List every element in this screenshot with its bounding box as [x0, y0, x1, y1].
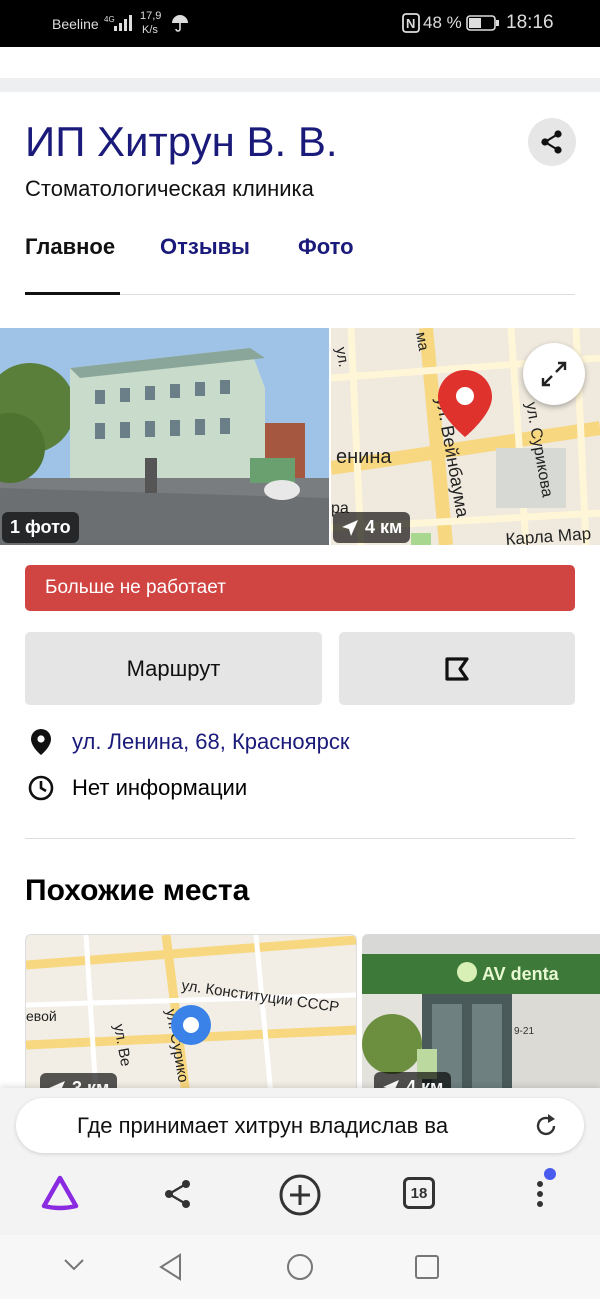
- tab-main[interactable]: Главное: [25, 234, 115, 260]
- alice-assistant-icon[interactable]: [40, 1174, 80, 1212]
- net-unit: K/s: [142, 24, 158, 36]
- share-button[interactable]: [528, 118, 576, 166]
- tabs-counter-button[interactable]: 18: [403, 1177, 435, 1209]
- share-icon: [541, 130, 562, 154]
- hours-row: Нет информации: [25, 774, 247, 802]
- clock-icon: [28, 775, 54, 801]
- system-nav-bar: [0, 1235, 600, 1299]
- hours-text: Нет информации: [72, 775, 248, 800]
- address-row[interactable]: ул. Ленина, 68, Красноярск: [25, 728, 349, 756]
- battery-icon: [466, 15, 499, 31]
- shop-number: 9-21: [514, 1026, 534, 1037]
- place-title: ИП Хитрун В. В.: [25, 118, 338, 165]
- similar-place-card[interactable]: AV denta 9-21 4 км: [362, 934, 600, 1094]
- nfc-icon: N: [402, 13, 420, 33]
- battery-percent: 48 %: [423, 13, 462, 32]
- place-photo[interactable]: 1 фото: [0, 328, 329, 545]
- map-street-label: евой: [26, 1008, 57, 1024]
- svg-text:4G: 4G: [104, 15, 115, 24]
- menu-icon[interactable]: [530, 1166, 560, 1212]
- bookmark-flag-icon: [445, 656, 469, 681]
- expand-map-button[interactable]: [523, 343, 585, 405]
- home-icon[interactable]: [285, 1252, 315, 1282]
- address-link[interactable]: ул. Ленина, 68, Красноярск: [72, 729, 349, 755]
- status-bar: Beeline 4G 17,9 K/s N 48 % 18:16: [0, 0, 600, 47]
- umbrella-icon: [172, 15, 188, 32]
- reload-icon[interactable]: [533, 1113, 559, 1139]
- section-divider: [25, 838, 575, 839]
- place-category: Стоматологическая клиника: [25, 176, 314, 201]
- closed-status-banner: Больше не работает: [25, 565, 575, 611]
- recents-icon[interactable]: [414, 1254, 440, 1280]
- sheet-top-strip: [0, 78, 600, 92]
- booking-button[interactable]: [339, 632, 575, 705]
- similar-place-card[interactable]: ул. Конституции СССР евой ул. Ве ул. Сур…: [25, 934, 357, 1096]
- clock: 18:16: [506, 12, 554, 33]
- map-street-label: енина: [336, 446, 392, 468]
- similar-places-title: Похожие места: [25, 874, 250, 907]
- notification-dot: [544, 1168, 556, 1180]
- tab-reviews[interactable]: Отзывы: [160, 234, 250, 260]
- svg-text:N: N: [406, 16, 415, 31]
- map-street-label: ул.: [332, 346, 352, 369]
- shop-sign: AV denta: [482, 964, 560, 984]
- map-distance: 4 км: [365, 517, 403, 537]
- active-tab-indicator: [25, 292, 120, 295]
- search-query[interactable]: Где принимает хитрун владислав ва: [77, 1113, 517, 1139]
- tab-photos[interactable]: Фото: [298, 234, 354, 260]
- new-tab-icon[interactable]: [278, 1173, 322, 1217]
- back-icon[interactable]: [158, 1253, 184, 1281]
- chevron-down-icon[interactable]: [63, 1258, 85, 1272]
- expand-icon: [541, 361, 567, 387]
- carrier-label: Beeline: [52, 16, 99, 32]
- share-icon[interactable]: [162, 1178, 194, 1210]
- location-pin-icon: [31, 729, 51, 755]
- net-speed: 17,9: [140, 10, 162, 22]
- signal-icon: 4G: [104, 15, 132, 31]
- map-distance-badge: 4 км: [333, 512, 411, 543]
- navigation-arrow-icon: [342, 519, 358, 536]
- map-street-label: ма: [412, 331, 432, 353]
- route-button[interactable]: Маршрут: [25, 632, 322, 705]
- photo-count-badge: 1 фото: [2, 512, 79, 543]
